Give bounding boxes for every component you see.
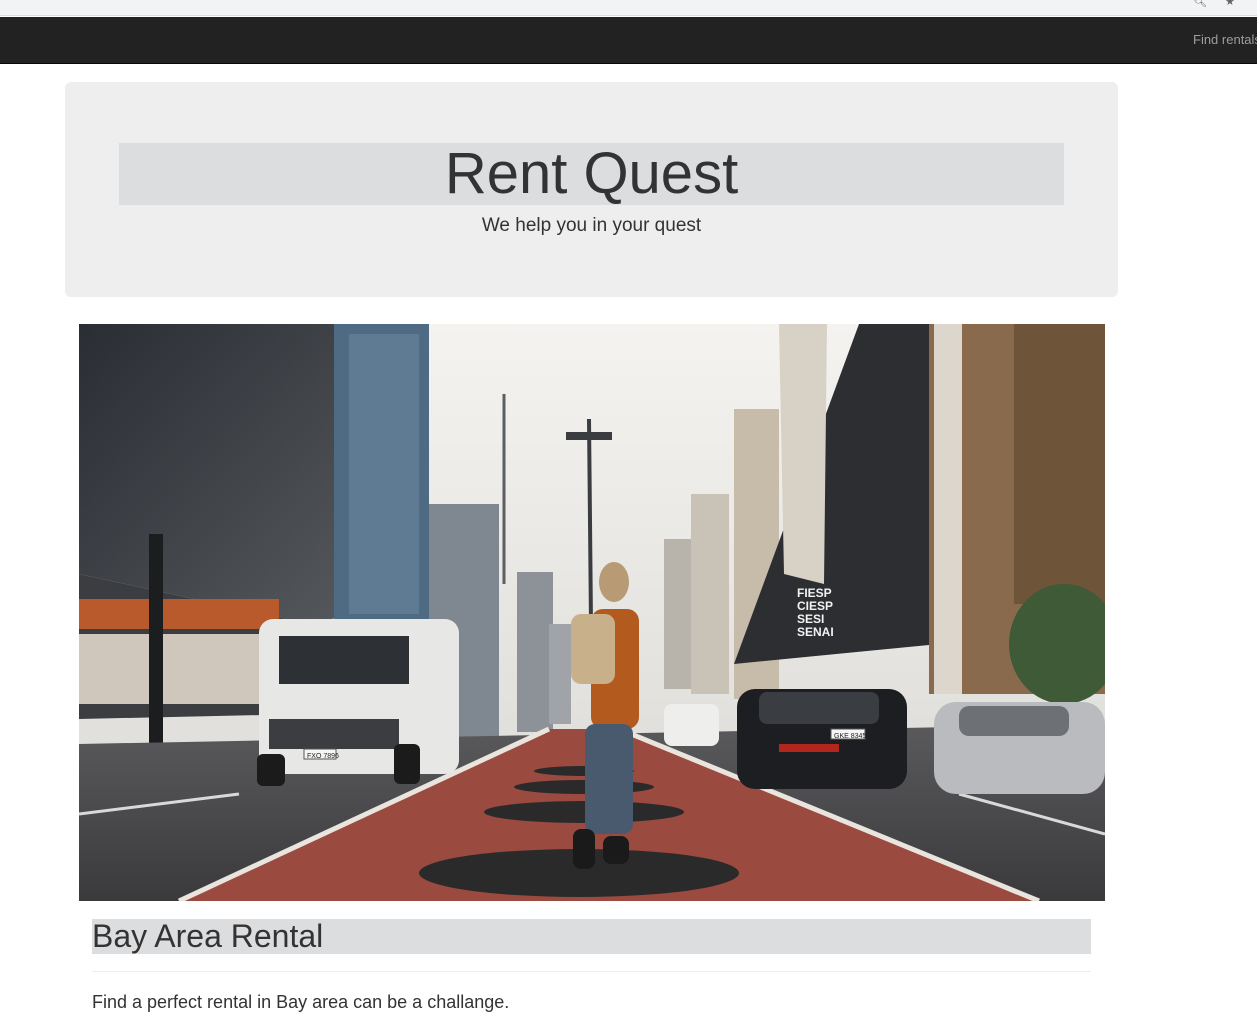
title-highlight-band: Rent Quest [119, 143, 1064, 205]
site-tagline: We help you in your quest [481, 215, 702, 236]
browser-toolbar-strip: 🔍︎ ★ [0, 0, 1257, 16]
top-navbar: Find rentals [0, 17, 1257, 64]
hero-city-street-image: FIESP CIESP SESI SENAI FXO 7896 GKE 8345 [79, 324, 1105, 901]
hero-jumbotron: Rent Quest We help you in your quest [65, 82, 1118, 297]
site-title: Rent Quest [444, 141, 739, 206]
signage-line-3: SESI [797, 612, 824, 626]
signage-line-2: CIESP [797, 599, 833, 613]
section-title-band: Bay Area Rental [92, 919, 1091, 954]
section-divider [92, 971, 1091, 972]
signage-line-4: SENAI [797, 625, 834, 639]
signage-line-1: FIESP [797, 586, 832, 600]
car-license-plate: GKE 8345 [834, 733, 866, 740]
section-intro-text: Find a perfect rental in Bay area can be… [92, 992, 510, 1012]
bookmark-star-icon[interactable]: ★ [1225, 0, 1239, 8]
search-icon[interactable]: 🔍︎ [1193, 0, 1207, 8]
section-title: Bay Area Rental [92, 918, 324, 954]
van-license-plate: FXO 7896 [307, 753, 339, 760]
nav-link-find-rentals[interactable]: Find rentals [1193, 32, 1257, 47]
